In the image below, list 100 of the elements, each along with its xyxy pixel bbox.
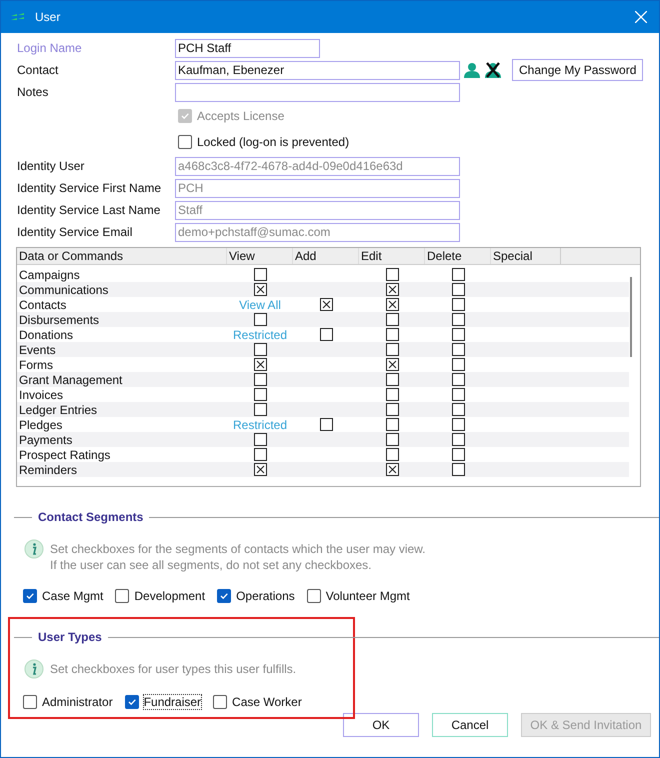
field-label: Login Name [17, 41, 83, 55]
permission-checkbox[interactable] [254, 463, 266, 476]
contact-field[interactable]: Kaufman, Ebenezer [175, 60, 460, 80]
permission-checkbox[interactable] [320, 418, 332, 431]
checkbox-label: Case Mgmt [42, 589, 104, 603]
permission-checkbox[interactable] [386, 328, 398, 341]
table-cell-text: Reminders [18, 462, 78, 477]
info-icon [24, 659, 44, 679]
permission-checkbox[interactable] [386, 313, 398, 326]
checkbox-label: Development [134, 589, 206, 603]
checkbox-label: Administrator [42, 695, 113, 709]
permission-checkbox[interactable] [452, 328, 464, 341]
checkmark-icon [126, 697, 137, 707]
checkbox-label: Accepts License [197, 109, 284, 123]
info-text: Set checkboxes for the segments of contacts which the user may view. [50, 541, 426, 557]
permission-checkbox[interactable] [452, 358, 464, 371]
permission-checkbox[interactable] [452, 433, 464, 446]
column-header[interactable]: Add [293, 248, 359, 264]
checkbox[interactable] [115, 589, 130, 603]
permission-checkbox[interactable] [452, 403, 464, 416]
checkbox[interactable] [306, 589, 321, 603]
change-password-button[interactable]: Change My Password [512, 59, 644, 81]
table-cell-text: Events [18, 342, 57, 357]
checkbox-label: Locked (log-on is prevented) [197, 135, 350, 149]
remove-person-icon[interactable] [484, 62, 502, 78]
checkbox-label: Operations [236, 589, 295, 603]
permission-checkbox[interactable] [386, 283, 398, 296]
permission-checkbox[interactable] [254, 403, 266, 416]
permission-checkbox[interactable] [452, 283, 464, 296]
permission-checkbox[interactable] [320, 298, 332, 311]
read-only-field: demo+pchstaff@sumac.com [175, 222, 460, 242]
column-header[interactable]: Special [491, 248, 561, 264]
permission-checkbox[interactable] [452, 418, 464, 431]
read-only-field: Staff [175, 200, 460, 220]
table-cell-text: Pledges [18, 417, 64, 432]
checkbox[interactable] [23, 695, 37, 709]
permission-checkbox[interactable] [452, 463, 464, 476]
field-label: Identity Service First Name [17, 181, 162, 195]
checkbox[interactable] [124, 695, 139, 709]
table-cell-text: Donations [18, 327, 74, 342]
permission-checkbox[interactable] [254, 373, 266, 386]
permission-checkbox[interactable] [386, 298, 398, 311]
checkmark-icon [25, 591, 35, 601]
scrollbar[interactable] [630, 277, 632, 357]
table-cell-text: Invoices [18, 387, 64, 402]
permission-checkbox[interactable] [452, 313, 464, 326]
section-title: User Types [38, 630, 102, 644]
table-cell-text: Payments [18, 432, 74, 447]
checkbox[interactable] [213, 695, 228, 709]
checkbox-label: Case Worker [232, 695, 302, 709]
permission-checkbox[interactable] [452, 373, 464, 386]
notes-field[interactable] [175, 82, 460, 102]
column-header[interactable]: Edit [359, 248, 425, 264]
table-cell-text: Disbursements [18, 312, 100, 327]
field-label: Identity Service Email [17, 225, 134, 239]
permission-checkbox[interactable] [452, 388, 464, 401]
permission-checkbox[interactable] [386, 268, 398, 281]
login-name-field[interactable]: PCH Staff [175, 38, 320, 58]
permission-checkbox[interactable] [254, 388, 266, 401]
column-header[interactable]: View [227, 248, 293, 264]
permission-checkbox[interactable] [386, 403, 398, 416]
dialog-button[interactable]: Cancel [432, 713, 508, 737]
permission-checkbox[interactable] [452, 298, 464, 311]
permission-checkbox[interactable] [452, 268, 464, 281]
table-cell-text: Contacts [18, 297, 68, 312]
field-label: Identity User [17, 159, 86, 173]
permission-checkbox[interactable] [386, 448, 398, 461]
permission-checkbox[interactable] [386, 463, 398, 476]
table-cell-text: Forms [18, 357, 54, 372]
permission-checkbox[interactable] [254, 343, 266, 356]
permission-checkbox[interactable] [386, 418, 398, 431]
checkbox[interactable] [178, 135, 192, 149]
permission-checkbox[interactable] [452, 343, 464, 356]
read-only-field: a468c3c8-4f72-4678-ad4d-09e0d416e63d [175, 156, 460, 176]
info-text: If the user can see all segments, do not set any checkboxes. [50, 557, 373, 573]
permission-checkbox[interactable] [254, 358, 266, 371]
permission-checkbox[interactable] [254, 448, 266, 461]
permission-checkbox[interactable] [254, 433, 266, 446]
permission-checkbox[interactable] [386, 358, 398, 371]
column-header[interactable]: Delete [425, 248, 491, 264]
permission-checkbox[interactable] [320, 328, 332, 341]
info-icon [24, 539, 44, 559]
column-header[interactable]: Data or Commands [17, 248, 227, 264]
permission-checkbox[interactable] [386, 343, 398, 356]
field-label: Contact [17, 63, 60, 77]
checkbox[interactable] [217, 589, 232, 603]
table-cell-text: Grant Management [18, 372, 124, 387]
permission-checkbox[interactable] [254, 268, 266, 281]
table-cell-text: Ledger Entries [18, 402, 98, 417]
permission-checkbox[interactable] [386, 433, 398, 446]
permission-checkbox[interactable] [452, 448, 464, 461]
table-cell-text: Communications [18, 282, 110, 297]
permission-checkbox[interactable] [386, 373, 398, 386]
permission-checkbox[interactable] [254, 283, 266, 296]
permission-checkbox[interactable] [386, 388, 398, 401]
checkbox[interactable] [23, 589, 37, 603]
permission-checkbox[interactable] [254, 313, 266, 326]
dialog-button[interactable]: OK [343, 713, 419, 737]
close-icon[interactable] [635, 11, 647, 23]
read-only-field: PCH [175, 178, 460, 198]
